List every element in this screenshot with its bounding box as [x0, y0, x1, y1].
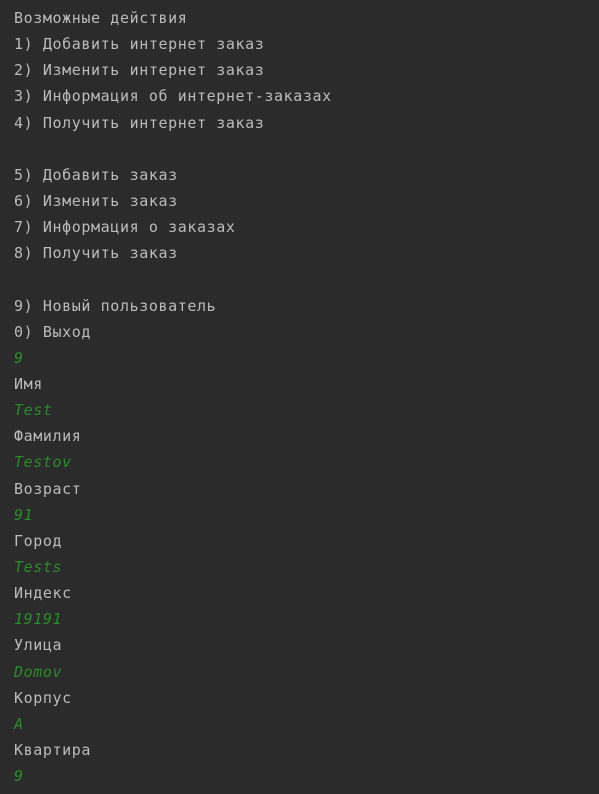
console-user-input-age: 91: [14, 505, 34, 524]
console-line-menu-1: 1) Добавить интернет заказ: [14, 35, 265, 54]
console-output[interactable]: Возможные действия 1) Добавить интернет …: [0, 0, 599, 794]
console-line-menu-5: 5) Добавить заказ: [14, 165, 178, 184]
console-prompt-name: Имя: [14, 374, 43, 393]
console-user-input-building: A: [14, 714, 24, 733]
console-prompt-age: Возраст: [14, 479, 82, 498]
console-user-input-choice: 9: [14, 348, 24, 367]
console-line-menu-3: 3) Информация об интернет-заказах: [14, 87, 332, 106]
console-prompt-apartment: Квартира: [14, 740, 92, 759]
console-line-menu-9: 9) Новый пользователь: [14, 296, 217, 315]
console-user-input-street: Domov: [14, 662, 63, 681]
console-line-menu-0: 0) Выход: [14, 322, 92, 341]
console-line-menu-2: 2) Изменить интернет заказ: [14, 61, 265, 80]
console-line-header: Возможные действия: [14, 9, 188, 27]
console-line-menu-8: 8) Получить заказ: [14, 244, 178, 263]
console-line-menu-4: 4) Получить интернет заказ: [14, 113, 265, 132]
console-user-input-surname: Testov: [14, 453, 72, 472]
console-prompt-building: Корпус: [14, 688, 72, 707]
console-user-input-apartment: 9: [14, 767, 24, 786]
console-user-input-index: 19191: [14, 610, 63, 629]
console-user-input-city: Tests: [14, 557, 63, 576]
console-user-input-name: Test: [14, 401, 53, 420]
console-prompt-surname: Фамилия: [14, 427, 82, 446]
console-line-menu-6: 6) Изменить заказ: [14, 191, 178, 210]
console-line-menu-7: 7) Информация о заказах: [14, 218, 236, 237]
console-prompt-city: Город: [14, 531, 63, 550]
console-prompt-index: Индекс: [14, 584, 72, 603]
console-prompt-street: Улица: [14, 636, 63, 655]
